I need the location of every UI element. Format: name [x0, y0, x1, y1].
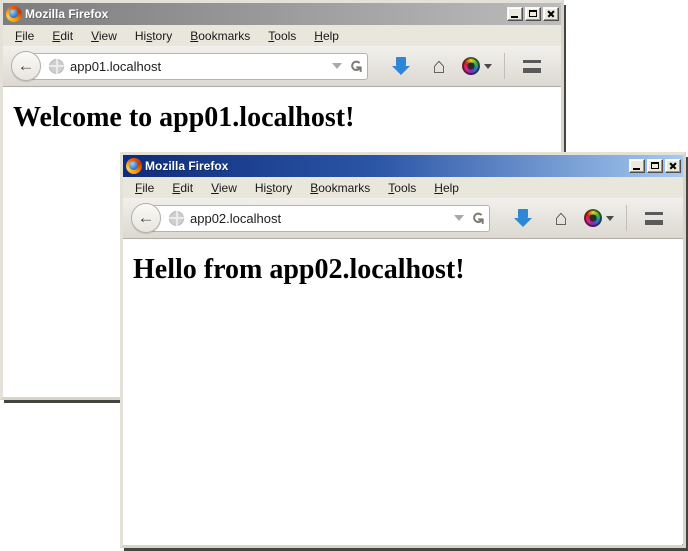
minimize-icon [633, 168, 640, 170]
globe-icon [169, 211, 184, 226]
navigation-toolbar: ← ↻ ⌂ [123, 198, 683, 239]
home-icon: ⌂ [554, 207, 567, 229]
page-content: Hello from app02.localhost! [123, 239, 683, 545]
maximize-icon [651, 162, 659, 169]
titlebar[interactable]: Mozilla Firefox [123, 155, 683, 177]
toolbar-separator [626, 205, 627, 231]
maximize-icon [529, 10, 537, 17]
titlebar[interactable]: Mozilla Firefox [3, 3, 561, 25]
menu-icon [645, 212, 663, 225]
globe-icon [49, 59, 64, 74]
downloads-button[interactable] [382, 51, 420, 81]
menu-view[interactable]: View [202, 179, 246, 197]
menu-history[interactable]: History [126, 27, 181, 45]
minimize-button[interactable] [629, 159, 645, 173]
menu-bar: FileEditViewHistoryBookmarksToolsHelp [3, 25, 561, 46]
home-button[interactable]: ⌂ [420, 51, 458, 81]
menu-bar: FileEditViewHistoryBookmarksToolsHelp [123, 177, 683, 198]
addon-button[interactable] [458, 51, 496, 81]
addon-icon [584, 209, 602, 227]
open-menu-button[interactable] [635, 203, 673, 233]
back-icon: ← [138, 209, 155, 226]
toolbar-separator [504, 53, 505, 79]
menu-bookmarks[interactable]: Bookmarks [181, 27, 259, 45]
resize-grip-icon[interactable] [678, 540, 680, 542]
firefox-logo-icon [6, 6, 22, 22]
addon-icon [462, 57, 480, 75]
browser-window-app02: Mozilla Firefox FileEditViewHistoryBookm… [120, 152, 686, 548]
url-input[interactable] [70, 54, 326, 79]
close-button[interactable] [665, 159, 681, 173]
download-icon [396, 57, 406, 66]
page-heading: Welcome to app01.localhost! [13, 102, 561, 134]
maximize-button[interactable] [647, 159, 663, 173]
download-icon [518, 209, 528, 218]
menu-edit[interactable]: Edit [163, 179, 202, 197]
menu-icon [523, 60, 541, 73]
menu-bookmarks[interactable]: Bookmarks [301, 179, 379, 197]
menu-help[interactable]: Help [305, 27, 348, 45]
reload-icon[interactable]: ↻ [346, 59, 362, 72]
addon-caret-icon [606, 216, 614, 221]
downloads-button[interactable] [504, 203, 542, 233]
menu-view[interactable]: View [82, 27, 126, 45]
minimize-button[interactable] [507, 7, 523, 21]
close-button[interactable] [543, 7, 559, 21]
window-title: Mozilla Firefox [25, 7, 504, 21]
back-icon: ← [18, 57, 35, 74]
open-menu-button[interactable] [513, 51, 551, 81]
addon-caret-icon [484, 64, 492, 69]
maximize-button[interactable] [525, 7, 541, 21]
window-title: Mozilla Firefox [145, 159, 626, 173]
url-bar[interactable]: ↻ [146, 205, 490, 232]
navigation-toolbar: ← ↻ ⌂ [3, 46, 561, 87]
home-icon: ⌂ [432, 55, 445, 77]
urlbar-dropdown-icon[interactable] [332, 63, 342, 69]
back-button[interactable]: ← [11, 51, 41, 81]
addon-button[interactable] [580, 203, 618, 233]
back-button[interactable]: ← [131, 203, 161, 233]
menu-tools[interactable]: Tools [259, 27, 305, 45]
page-heading: Hello from app02.localhost! [133, 254, 683, 286]
url-bar[interactable]: ↻ [26, 53, 368, 80]
menu-file[interactable]: File [126, 179, 163, 197]
home-button[interactable]: ⌂ [542, 203, 580, 233]
url-input[interactable] [190, 206, 448, 231]
menu-help[interactable]: Help [425, 179, 468, 197]
menu-edit[interactable]: Edit [43, 27, 82, 45]
urlbar-dropdown-icon[interactable] [454, 215, 464, 221]
reload-icon[interactable]: ↻ [468, 211, 484, 224]
menu-history[interactable]: History [246, 179, 301, 197]
firefox-logo-icon [126, 158, 142, 174]
menu-tools[interactable]: Tools [379, 179, 425, 197]
desktop-background: Mozilla Firefox FileEditViewHistoryBookm… [0, 0, 688, 551]
minimize-icon [511, 16, 518, 18]
menu-file[interactable]: File [6, 27, 43, 45]
